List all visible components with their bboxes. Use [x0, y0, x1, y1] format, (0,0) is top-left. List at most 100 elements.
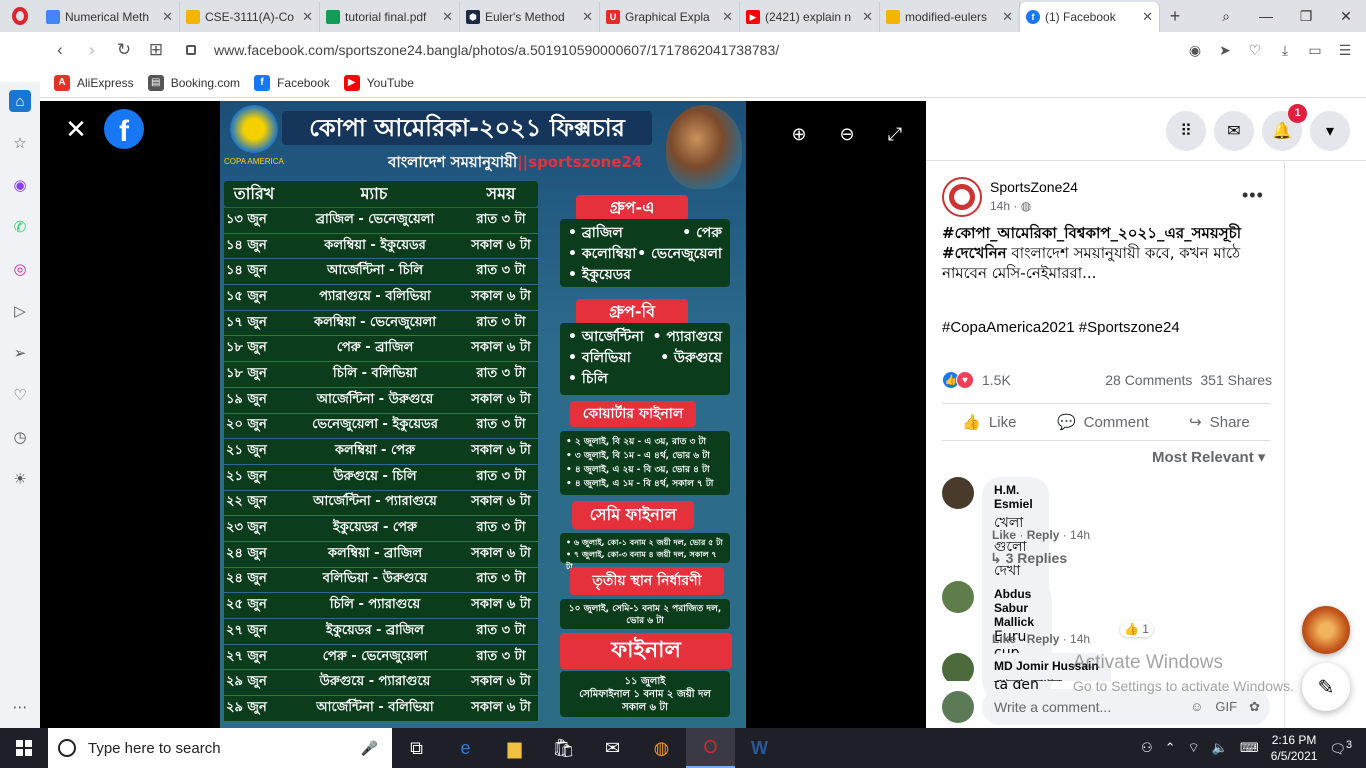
tab-tutorial-final[interactable]: tutorial final.pdf ✕: [320, 2, 460, 32]
comment-like-link[interactable]: Like: [992, 632, 1016, 646]
facebook-logo-icon[interactable]: f: [104, 109, 144, 149]
battery-icon[interactable]: ▭: [1302, 42, 1328, 59]
shares-count[interactable]: 351 Shares: [1200, 372, 1272, 388]
avatar[interactable]: [942, 477, 974, 509]
comment-reply-link[interactable]: Reply: [1027, 632, 1060, 646]
zoom-in-icon[interactable]: ⊕: [788, 123, 810, 145]
keyboard-icon[interactable]: ⌨: [1240, 740, 1259, 756]
love-reaction-icon[interactable]: ♥: [956, 371, 974, 389]
post-more-options-icon[interactable]: •••: [1242, 185, 1264, 206]
home-icon[interactable]: ⌂: [9, 90, 31, 112]
opera-menu-button[interactable]: [0, 0, 40, 32]
bookmark-facebook[interactable]: f Facebook: [254, 74, 330, 91]
comment-like-link[interactable]: Like: [992, 528, 1016, 542]
tab-numerical-methods[interactable]: Numerical Meth ✕: [40, 2, 180, 32]
camera-icon[interactable]: ◉: [1182, 42, 1208, 59]
task-view-icon[interactable]: ⧉: [392, 728, 441, 768]
page-avatar[interactable]: [942, 177, 982, 217]
bookmark-aliexpress[interactable]: A AliExpress: [54, 74, 134, 91]
volume-icon[interactable]: 🔈: [1212, 740, 1228, 756]
menu-grid-icon[interactable]: ⠿: [1166, 111, 1206, 151]
forward-button[interactable]: ›: [76, 40, 108, 60]
tab-modified-eulers[interactable]: modified-eulers ✕: [880, 2, 1020, 32]
file-explorer-icon[interactable]: ▆: [490, 728, 539, 768]
page-name[interactable]: SportsZone24: [990, 179, 1078, 195]
comment-button[interactable]: 💬 Comment: [1057, 413, 1149, 432]
close-icon[interactable]: ✕: [862, 9, 873, 25]
close-icon[interactable]: ✕: [1002, 9, 1013, 25]
close-icon[interactable]: ✕: [302, 9, 313, 25]
reload-button[interactable]: ↻: [108, 40, 140, 60]
start-button[interactable]: [0, 728, 48, 768]
store-icon[interactable]: 🛍: [539, 728, 588, 768]
player-icon[interactable]: ▷: [9, 300, 31, 322]
back-button[interactable]: ‹: [44, 40, 76, 60]
comment-author[interactable]: Abdus Sabur Mallick: [994, 587, 1040, 629]
close-icon[interactable]: ✕: [1142, 9, 1153, 25]
post-tags[interactable]: #CopaAmerica2021 #Sportszone24: [942, 319, 1180, 336]
panel-scrollbar[interactable]: [1284, 162, 1285, 728]
more-icon[interactable]: ⋯: [9, 696, 31, 718]
new-tab-button[interactable]: +: [1160, 6, 1190, 27]
tab-eulers-method[interactable]: ⬢ Euler's Method ✕: [460, 2, 600, 32]
bookmark-booking[interactable]: ▤ Booking.com: [147, 74, 240, 91]
tab-graphical-explanation[interactable]: U Graphical Expla ✕: [600, 2, 740, 32]
history-icon[interactable]: ◷: [9, 426, 31, 448]
send-icon[interactable]: ➤: [1212, 42, 1238, 59]
instagram-icon[interactable]: ◎: [9, 258, 31, 280]
view-replies-link[interactable]: ↳ 3 Replies: [990, 550, 1067, 567]
account-menu-chevron-icon[interactable]: ▾: [1310, 111, 1350, 151]
pin-icon[interactable]: ☆: [9, 132, 31, 154]
fullscreen-icon[interactable]: ⤢: [884, 123, 906, 145]
people-icon[interactable]: ⚇: [1141, 740, 1153, 756]
close-icon[interactable]: ✕: [162, 9, 173, 25]
avatar[interactable]: [942, 581, 974, 613]
zoom-out-icon[interactable]: ⊖: [836, 123, 858, 145]
share-button[interactable]: ↪ Share: [1189, 413, 1250, 432]
comments-count[interactable]: 28 Comments: [1105, 372, 1192, 388]
mail-icon[interactable]: ✉: [588, 728, 637, 768]
messenger-icon[interactable]: ✉: [1214, 111, 1254, 151]
minimize-button[interactable]: —: [1246, 8, 1286, 25]
whatsapp-icon[interactable]: ✆: [9, 216, 31, 238]
comment-author[interactable]: H.M. Esmiel: [994, 483, 1037, 511]
edge-icon[interactable]: e: [441, 728, 490, 768]
like-button[interactable]: 👍 Like: [962, 413, 1016, 432]
menu-icon[interactable]: ☰: [1332, 42, 1358, 59]
bookmark-youtube[interactable]: ▶ YouTube: [343, 74, 414, 91]
word-icon[interactable]: W: [735, 728, 784, 768]
comment-time[interactable]: 14h: [1070, 528, 1090, 542]
comment-reply-link[interactable]: Reply: [1027, 528, 1060, 542]
microphone-icon[interactable]: 🎤: [361, 740, 378, 757]
action-center-icon[interactable]: 🗨3: [1329, 739, 1352, 757]
messenger-icon[interactable]: ◉: [9, 174, 31, 196]
send-icon[interactable]: ➢: [9, 342, 31, 364]
close-icon[interactable]: ✕: [722, 9, 733, 25]
paint-icon[interactable]: ◍: [637, 728, 686, 768]
chevron-up-icon[interactable]: ⌃: [1165, 740, 1176, 756]
close-icon[interactable]: ✕: [582, 9, 593, 25]
tab-facebook[interactable]: f (1) Facebook ✕: [1020, 2, 1160, 32]
close-icon[interactable]: ✕: [64, 116, 88, 142]
comment-reaction-count[interactable]: 👍 1: [1120, 621, 1153, 637]
comment-input[interactable]: Write a comment... ☺ GIF ✿: [982, 689, 1270, 725]
sticker-icon[interactable]: ✿: [1249, 689, 1260, 725]
comment-sort-dropdown[interactable]: Most Relevant ▾: [1152, 448, 1265, 466]
restore-button[interactable]: ❐: [1286, 8, 1326, 25]
taskbar-search[interactable]: Type here to search 🎤: [48, 728, 392, 768]
reactions-count[interactable]: 1.5K: [982, 372, 1011, 388]
post-time[interactable]: 14h · ◍: [990, 199, 1031, 213]
post-hashtag-bold[interactable]: #দেখেনিন: [942, 244, 1007, 262]
emoji-icon[interactable]: ☺: [1190, 689, 1203, 725]
speed-dial-icon[interactable]: ⊞: [140, 40, 172, 60]
url-field[interactable]: www.facebook.com/sportszone24.bangla/pho…: [186, 42, 779, 58]
close-window-button[interactable]: ✕: [1326, 8, 1366, 25]
new-message-edit-icon[interactable]: ✎: [1302, 663, 1350, 711]
post-hashtag-title[interactable]: #কোপা_আমেরিকা_বিশ্বকাপ_২০২১_এর_সময়সূচী: [942, 223, 1272, 243]
tab-youtube-explain[interactable]: ▶ (2421) explain n ✕: [740, 2, 880, 32]
avatar[interactable]: [942, 653, 974, 681]
wifi-icon[interactable]: ⌔: [1188, 740, 1200, 756]
tab-cse-3111[interactable]: CSE-3111(A)-Co ✕: [180, 2, 320, 32]
lightbulb-icon[interactable]: ☀: [9, 468, 31, 490]
opera-taskbar-icon[interactable]: O: [686, 728, 735, 768]
